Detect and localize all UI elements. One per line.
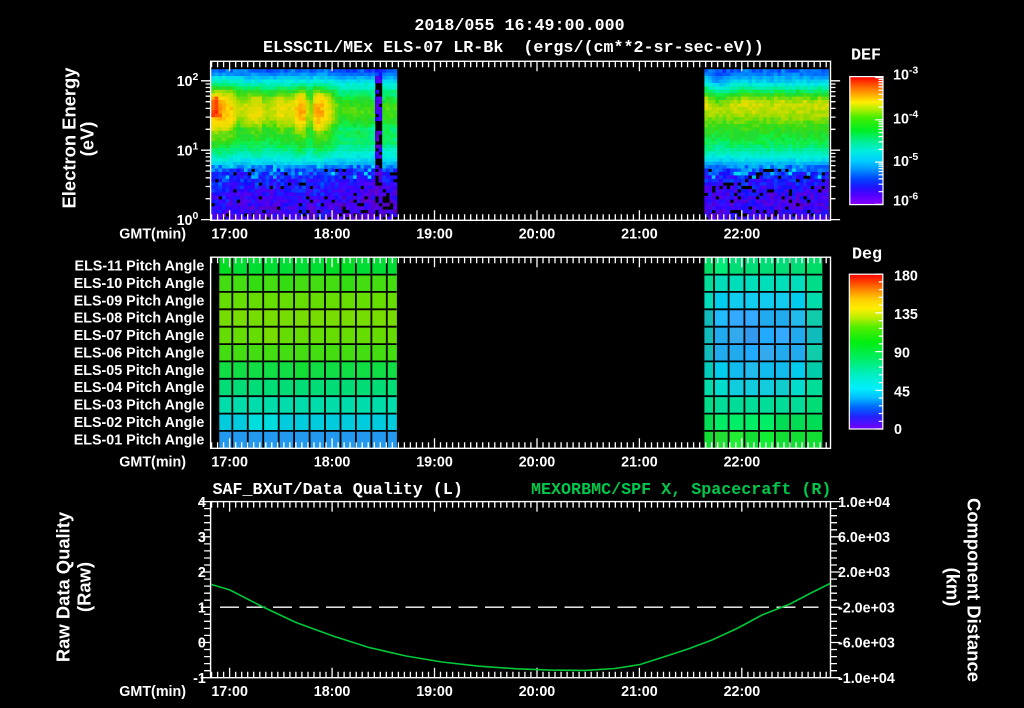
svg-text:19:00: 19:00: [416, 455, 453, 471]
svg-text:ELS-04 Pitch Angle: ELS-04 Pitch Angle: [74, 380, 205, 396]
svg-text:Deg: Deg: [852, 246, 882, 265]
svg-text:Component Distance: Component Distance: [964, 498, 985, 682]
svg-text:GMT(min): GMT(min): [119, 455, 186, 471]
svg-text:(eV): (eV): [77, 122, 98, 157]
svg-text:17:00: 17:00: [211, 227, 248, 243]
svg-text:2.0e+03: 2.0e+03: [838, 565, 890, 581]
svg-text:18:00: 18:00: [314, 227, 351, 243]
svg-text:18:00: 18:00: [314, 684, 351, 700]
svg-text:-6.0e+03: -6.0e+03: [838, 636, 895, 652]
svg-text:17:00: 17:00: [211, 684, 248, 700]
svg-text:GMT(min): GMT(min): [119, 684, 186, 700]
svg-text:17:00: 17:00: [211, 455, 248, 471]
svg-text:18:00: 18:00: [314, 455, 351, 471]
svg-text:ELS-11 Pitch Angle: ELS-11 Pitch Angle: [75, 259, 205, 275]
svg-text:ELS-08 Pitch Angle: ELS-08 Pitch Angle: [74, 311, 205, 327]
svg-text:-2.0e+03: -2.0e+03: [838, 600, 895, 616]
svg-text:1: 1: [198, 600, 206, 616]
svg-text:180: 180: [894, 269, 918, 285]
svg-text:ELS-05 Pitch Angle: ELS-05 Pitch Angle: [74, 363, 205, 379]
svg-text:21:00: 21:00: [621, 455, 658, 471]
svg-text:ELS-02 Pitch Angle: ELS-02 Pitch Angle: [74, 415, 205, 431]
svg-text:19:00: 19:00: [416, 684, 453, 700]
svg-text:3: 3: [198, 530, 206, 546]
svg-text:ELS-03 Pitch Angle: ELS-03 Pitch Angle: [74, 398, 205, 414]
svg-text:ELS-10 Pitch Angle: ELS-10 Pitch Angle: [74, 276, 205, 292]
svg-text:20:00: 20:00: [519, 227, 556, 243]
svg-text:ELS-09 Pitch Angle: ELS-09 Pitch Angle: [74, 293, 205, 309]
svg-text:ELS-07 Pitch Angle: ELS-07 Pitch Angle: [74, 328, 205, 344]
svg-text:19:00: 19:00: [416, 227, 453, 243]
svg-text:Raw Data Quality: Raw Data Quality: [53, 511, 74, 662]
svg-text:2018/055 16:49:00.000: 2018/055 16:49:00.000: [414, 17, 624, 36]
svg-text:90: 90: [894, 345, 910, 361]
svg-text:20:00: 20:00: [519, 684, 556, 700]
svg-text:21:00: 21:00: [621, 227, 658, 243]
svg-text:(Raw): (Raw): [74, 562, 95, 612]
svg-text:0: 0: [894, 422, 902, 438]
svg-text:135: 135: [894, 307, 918, 323]
svg-text:2: 2: [198, 565, 206, 581]
svg-text:ELS-06 Pitch Angle: ELS-06 Pitch Angle: [74, 345, 205, 361]
svg-text:ELS-01 Pitch Angle: ELS-01 Pitch Angle: [74, 432, 205, 448]
svg-text:-1.0e+04: -1.0e+04: [838, 671, 895, 687]
svg-text:22:00: 22:00: [724, 227, 761, 243]
svg-text:1.0e+04: 1.0e+04: [838, 495, 890, 511]
svg-text:21:00: 21:00: [621, 684, 658, 700]
svg-text:(km): (km): [943, 568, 964, 607]
svg-text:SAF_BXuT/Data Quality (L): SAF_BXuT/Data Quality (L): [213, 481, 463, 500]
svg-text:22:00: 22:00: [724, 455, 761, 471]
svg-text:6.0e+03: 6.0e+03: [838, 530, 890, 546]
svg-text:20:00: 20:00: [519, 455, 556, 471]
svg-text:4: 4: [198, 495, 206, 511]
svg-text:45: 45: [894, 385, 910, 401]
svg-text:DEF: DEF: [851, 47, 881, 66]
svg-text:MEXORBMC/SPF X, Spacecraft (R): MEXORBMC/SPF X, Spacecraft (R): [531, 481, 831, 500]
svg-text:22:00: 22:00: [724, 684, 761, 700]
svg-text:ELSSCIL/MEx ELS-07 LR-Bk (erg: ELSSCIL/MEx ELS-07 LR-Bk (ergs/(cm**2-sr…: [263, 39, 764, 58]
svg-text:0: 0: [198, 636, 206, 652]
svg-text:-1: -1: [193, 671, 206, 687]
svg-text:GMT(min): GMT(min): [119, 227, 186, 243]
